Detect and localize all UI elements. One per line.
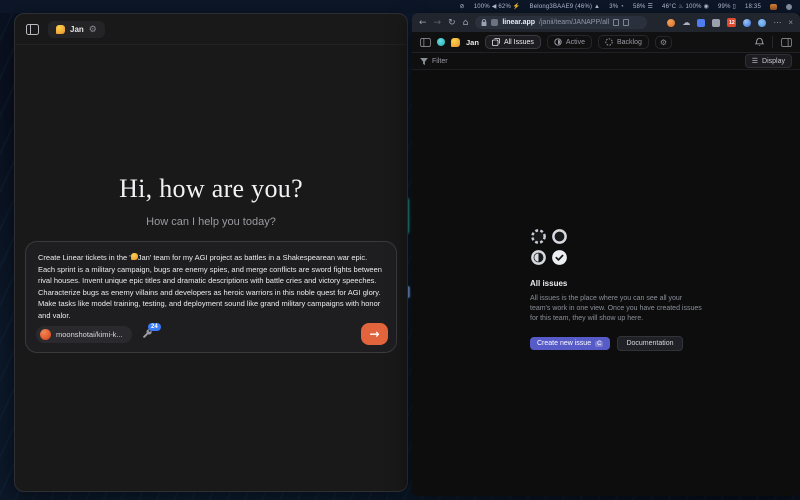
tab-active[interactable]: Active — [547, 35, 592, 49]
prompt-input[interactable]: Create Linear tickets in the '👋Jan' team… — [26, 242, 396, 321]
extensions-row: ☁ 12 ⋯ × — [667, 18, 793, 27]
model-selector-label: moonshotai/kimi-k... — [56, 330, 123, 339]
linear-header-right — [755, 36, 792, 48]
tray-icon[interactable] — [786, 4, 792, 10]
empty-state-title: All issues — [530, 279, 702, 288]
prompt-text: Jan' team for my AGI project as battles … — [38, 253, 382, 320]
reader-mode-icon[interactable] — [623, 19, 629, 26]
thread-settings-icon[interactable]: ⚙ — [89, 24, 97, 35]
address-bar[interactable]: linear.app/janii/team/JANAPP/all — [475, 16, 647, 29]
create-new-issue-label: Create new issue — [537, 340, 591, 347]
desktop: ⊘ 100% ◀ 62% ⚡ Belong3BAAE9 (46%) ▲ 3% ◔… — [0, 0, 800, 500]
issues-stack-icon — [492, 38, 500, 46]
lock-icon — [481, 19, 487, 26]
wave-emoji-icon: 👋 — [451, 38, 460, 47]
clock: 18:35 — [745, 4, 761, 10]
thread-tab-label: Jan — [70, 25, 84, 34]
done-status-icon — [551, 249, 568, 266]
issue-status-icons — [530, 228, 702, 266]
send-button[interactable]: → — [361, 323, 388, 345]
linear-header: 👋 Jan All Issues Active Backlog ⚙ — [412, 32, 800, 53]
display-options-button[interactable]: ☰ Display — [745, 54, 792, 68]
wave-emoji-icon: 👋 — [56, 25, 65, 34]
temperature-status: 46°C ♨ 100% ◉ — [662, 3, 709, 10]
extension-icon[interactable] — [712, 19, 720, 27]
all-issues-empty-state: All issues All issues is the place where… — [530, 228, 702, 351]
funnel-icon — [420, 58, 428, 65]
model-provider-icon — [40, 329, 51, 340]
message-composer[interactable]: Create Linear tickets in the '👋Jan' team… — [25, 241, 397, 353]
screenshot-tray-icon[interactable] — [770, 4, 777, 10]
jan-header: 👋 Jan ⚙ — [15, 14, 407, 45]
reload-icon[interactable]: ↻ — [448, 18, 456, 28]
browser-window: ← → ↻ ⌂ linear.app/janii/team/JANAPP/all… — [412, 13, 800, 496]
filter-label: Filter — [432, 58, 448, 65]
tab-label: Active — [566, 39, 585, 46]
sidebar-toggle-icon[interactable] — [26, 24, 39, 35]
in-progress-status-icon — [530, 249, 547, 266]
greeting-subtitle: How can I help you today? — [15, 216, 407, 228]
filter-button[interactable]: Filter — [420, 58, 448, 65]
todo-status-icon — [551, 228, 568, 245]
thread-tab[interactable]: 👋 Jan ⚙ — [48, 21, 105, 38]
chat-extension-icon[interactable] — [697, 19, 705, 27]
tab-label: All Issues — [504, 39, 534, 46]
extension-icon[interactable] — [758, 19, 766, 27]
site-icon — [491, 19, 498, 26]
filter-bar: Filter ☰ Display — [412, 53, 800, 70]
documentation-button[interactable]: Documentation — [617, 336, 682, 351]
system-status-bar: ⊘ 100% ◀ 62% ⚡ Belong3BAAE9 (46%) ▲ 3% ◔… — [0, 0, 800, 13]
wifi-network-status: Belong3BAAE9 (46%) ▲ — [530, 4, 601, 10]
workspace-avatar[interactable] — [437, 38, 445, 46]
forward-icon[interactable]: → — [434, 18, 442, 28]
battery-status: 99% ▯ — [718, 3, 736, 10]
browser-toolbar: ← → ↻ ⌂ linear.app/janii/team/JANAPP/all… — [412, 13, 800, 32]
in-progress-icon — [554, 38, 562, 46]
cloud-extension-icon[interactable]: ☁ — [682, 18, 690, 27]
back-icon[interactable]: ← — [419, 18, 427, 28]
volume-battery-status: 100% ◀ 62% ⚡ — [474, 3, 521, 10]
backlog-icon — [605, 38, 613, 46]
greeting: Hi, how are you? How can I help you toda… — [15, 174, 407, 228]
url-path: /janii/team/JANAPP/all — [539, 19, 609, 26]
empty-state-actions: Create new issue C Documentation — [530, 336, 702, 351]
prompt-text: Create Linear tickets in the ' — [38, 253, 131, 262]
home-icon[interactable]: ⌂ — [463, 18, 469, 28]
team-name: Jan — [466, 38, 479, 47]
adblock-extension-icon[interactable]: 12 — [727, 18, 736, 27]
extension-icon[interactable] — [667, 19, 675, 27]
notifications-bell-icon[interactable] — [755, 37, 764, 47]
bookmark-icon[interactable] — [613, 19, 619, 26]
memory-status: 58% ☰ — [633, 3, 653, 10]
dnd-icon: ⊘ — [459, 3, 464, 10]
empty-state-description: All issues is the place where you can se… — [530, 294, 702, 324]
cpu-status: 3% ◔ — [609, 4, 624, 10]
divider — [772, 36, 773, 48]
linear-sidebar-toggle-icon[interactable] — [420, 38, 431, 47]
wave-emoji-icon: 👋 — [131, 253, 138, 260]
linear-content: All issues All issues is the place where… — [412, 70, 800, 496]
tab-backlog[interactable]: Backlog — [598, 35, 649, 49]
tab-all-issues[interactable]: All Issues — [485, 35, 541, 49]
tab-label: Backlog — [617, 39, 642, 46]
display-label: Display — [762, 58, 785, 65]
jan-app-window: 👋 Jan ⚙ Hi, how are you? How can I help … — [14, 13, 408, 492]
extension-icon[interactable] — [743, 19, 751, 27]
sliders-icon: ☰ — [752, 57, 758, 65]
close-icon[interactable]: × — [788, 18, 793, 27]
create-new-issue-button[interactable]: Create new issue C — [530, 337, 610, 350]
overflow-menu-icon[interactable]: ⋯ — [773, 18, 781, 27]
url-host: linear.app — [502, 19, 535, 26]
tools-count-badge: 24 — [148, 323, 161, 331]
views-settings-icon[interactable]: ⚙ — [655, 36, 672, 49]
composer-toolbar: moonshotai/kimi-k... 24 → — [36, 323, 388, 345]
tools-button[interactable]: 24 — [142, 329, 153, 340]
model-selector[interactable]: moonshotai/kimi-k... — [36, 326, 132, 343]
right-panel-icon[interactable] — [781, 38, 792, 47]
backlog-status-icon — [530, 228, 547, 245]
keyboard-shortcut-badge: C — [595, 341, 603, 347]
greeting-title: Hi, how are you? — [15, 174, 407, 204]
